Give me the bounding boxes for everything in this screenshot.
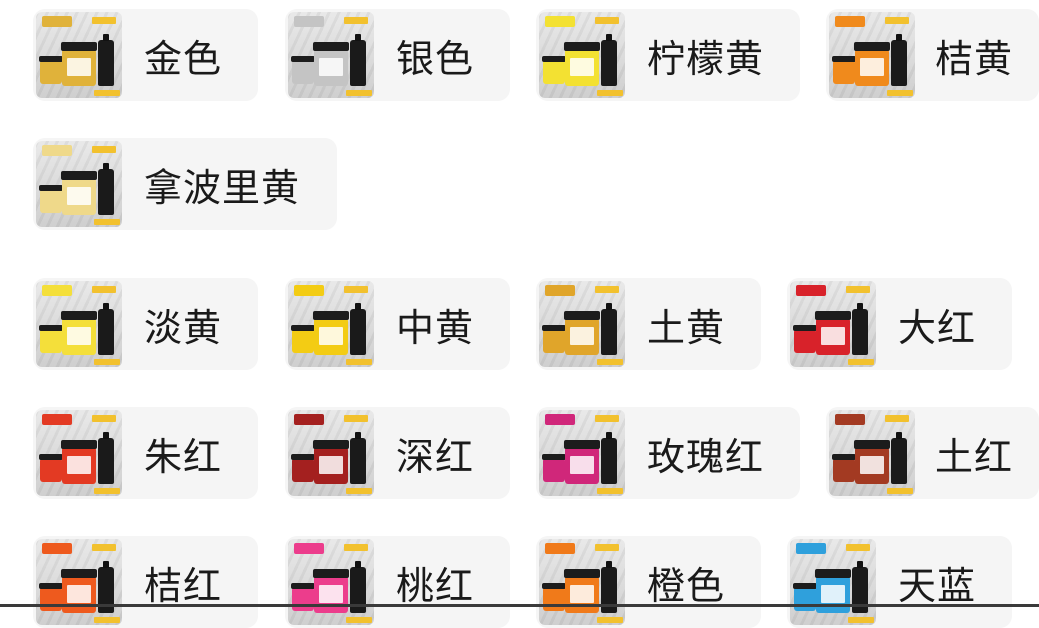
product-thumbnail	[539, 281, 625, 367]
product-thumbnail	[288, 281, 374, 367]
option-deep-red[interactable]: 深红	[285, 407, 510, 499]
option-gold[interactable]: 金色	[33, 9, 258, 101]
option-label: 金色	[144, 36, 223, 81]
product-thumbnail	[36, 281, 122, 367]
product-thumbnail	[790, 281, 876, 367]
option-label: 拿波里黄	[144, 165, 301, 210]
option-label: 朱红	[144, 434, 223, 479]
option-label: 土黄	[647, 305, 726, 350]
product-thumbnail	[288, 539, 374, 625]
product-thumbnail	[36, 539, 122, 625]
option-silver[interactable]: 银色	[285, 9, 510, 101]
option-label: 橙色	[647, 563, 726, 608]
option-bright-red[interactable]: 大红	[787, 278, 1012, 370]
option-yellow-ochre[interactable]: 土黄	[536, 278, 761, 370]
option-label: 淡黄	[144, 305, 223, 350]
option-label: 大红	[898, 305, 977, 350]
option-label: 玫瑰红	[647, 434, 765, 479]
product-thumbnail	[36, 141, 122, 227]
option-label: 天蓝	[898, 563, 977, 608]
product-thumbnail	[829, 410, 915, 496]
option-vermilion[interactable]: 朱红	[33, 407, 258, 499]
option-label: 土红	[935, 434, 1014, 479]
product-thumbnail	[288, 12, 374, 98]
option-naples-yellow[interactable]: 拿波里黄	[33, 138, 337, 230]
option-label: 柠檬黄	[647, 36, 765, 81]
product-thumbnail	[539, 12, 625, 98]
product-thumbnail	[539, 539, 625, 625]
option-medium-yellow[interactable]: 中黄	[285, 278, 510, 370]
product-thumbnail	[539, 410, 625, 496]
option-peach-red[interactable]: 桃红	[285, 536, 510, 628]
product-thumbnail	[790, 539, 876, 625]
product-thumbnail	[829, 12, 915, 98]
option-lemon-yellow[interactable]: 柠檬黄	[536, 9, 800, 101]
product-thumbnail	[288, 410, 374, 496]
option-orange-yellow[interactable]: 桔黄	[826, 9, 1039, 101]
option-sky-blue[interactable]: 天蓝	[787, 536, 1012, 628]
option-label: 桔黄	[935, 36, 1014, 81]
option-label: 桔红	[144, 563, 223, 608]
option-orange-red[interactable]: 桔红	[33, 536, 258, 628]
option-label: 银色	[396, 36, 475, 81]
option-label: 桃红	[396, 563, 475, 608]
product-thumbnail	[36, 12, 122, 98]
product-thumbnail	[36, 410, 122, 496]
option-label: 中黄	[396, 305, 475, 350]
option-rose-red[interactable]: 玫瑰红	[536, 407, 800, 499]
option-earth-red[interactable]: 土红	[826, 407, 1039, 499]
option-light-yellow[interactable]: 淡黄	[33, 278, 258, 370]
option-orange[interactable]: 橙色	[536, 536, 761, 628]
option-label: 深红	[396, 434, 475, 479]
